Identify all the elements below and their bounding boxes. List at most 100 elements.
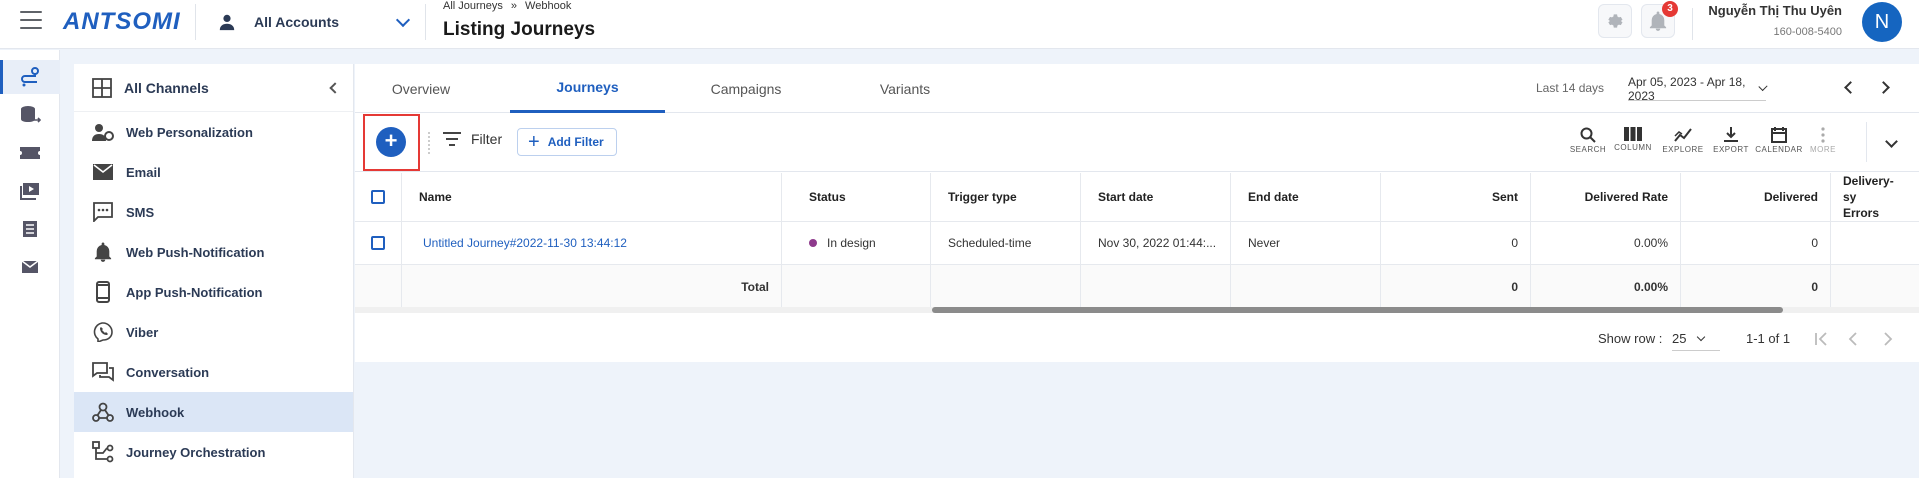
next-page-button[interactable]	[1879, 331, 1897, 347]
rail-data[interactable]	[0, 98, 60, 132]
total-spacer	[1831, 265, 1919, 308]
tab-overview[interactable]: Overview	[375, 64, 467, 113]
channel-label: Journey Orchestration	[126, 444, 266, 460]
menu-icon[interactable]	[20, 11, 42, 29]
chevron-down-icon	[1758, 81, 1768, 92]
channel-webhook[interactable]: Webhook	[74, 392, 353, 432]
email-icon	[93, 164, 113, 180]
avatar[interactable]: N	[1862, 2, 1902, 42]
notifications-button[interactable]: 3	[1641, 1, 1678, 38]
channel-web-push[interactable]: Web Push-Notification	[74, 232, 353, 272]
rows-per-page-value: 25	[1672, 331, 1687, 346]
column-header-delivered-rate[interactable]: Delivered Rate	[1531, 173, 1681, 221]
explore-tool[interactable]: EXPLORE	[1661, 127, 1705, 161]
chevron-down-icon	[395, 12, 411, 28]
row-checkbox[interactable]	[371, 236, 385, 250]
channel-app-push[interactable]: App Push-Notification	[74, 272, 353, 312]
channel-sms[interactable]: SMS	[74, 192, 353, 232]
column-header-delivery-errors[interactable]: Delivery-sy Errors	[1831, 173, 1901, 221]
total-spacer	[1081, 265, 1231, 308]
column-header-end-date[interactable]: End date	[1231, 173, 1381, 221]
all-channels-title: All Channels	[124, 79, 209, 96]
header-divider	[1692, 8, 1693, 40]
channel-conversation[interactable]: Conversation	[74, 352, 353, 392]
row-end-date: Never	[1231, 222, 1381, 264]
channel-email[interactable]: Email	[74, 152, 353, 192]
table-row[interactable]: Untitled Journey#2022-11-30 13:44:12 In …	[355, 222, 1919, 265]
column-header-start-date[interactable]: Start date	[1081, 173, 1231, 221]
tab-journeys[interactable]: Journeys	[510, 64, 665, 113]
rail-mail[interactable]	[0, 250, 60, 284]
tab-variants[interactable]: Variants	[850, 64, 960, 113]
conversation-icon	[92, 362, 114, 382]
rail-tickets[interactable]	[0, 136, 60, 170]
add-filter-button[interactable]: + Add Filter	[517, 128, 617, 156]
calendar-tool[interactable]: CALENDAR	[1755, 127, 1802, 161]
header-divider	[425, 4, 426, 40]
chevron-right-icon[interactable]	[1877, 81, 1890, 94]
horizontal-scrollbar[interactable]	[932, 307, 1783, 313]
channel-label: SMS	[126, 204, 155, 220]
table-total-row: Total 0 0.00% 0	[355, 265, 1919, 309]
explore-icon	[1674, 128, 1692, 142]
orchestration-icon	[92, 441, 114, 463]
top-header: ANTSOMI All Accounts All Journeys » Webh…	[0, 0, 1919, 49]
tool-label: EXPLORE	[1662, 145, 1704, 154]
chevron-down-icon[interactable]	[1885, 135, 1898, 148]
channel-viber[interactable]: Viber	[74, 312, 353, 352]
row-sent: 0	[1381, 222, 1531, 264]
header-divider	[195, 4, 196, 40]
status-text: In design	[827, 236, 876, 250]
row-trigger-type: Scheduled-time	[931, 222, 1081, 264]
select-all-checkbox[interactable]	[371, 190, 385, 204]
column-header-delivered[interactable]: Delivered	[1681, 173, 1831, 221]
channel-journey-orchestration[interactable]: Journey Orchestration	[74, 432, 353, 472]
settings-button[interactable]	[1598, 4, 1632, 38]
logo[interactable]: ANTSOMI	[63, 8, 181, 36]
status-dot	[809, 239, 817, 247]
select-all-cell	[355, 173, 402, 221]
tab-campaigns[interactable]: Campaigns	[685, 64, 807, 113]
total-spacer	[355, 265, 402, 308]
column-header-status[interactable]: Status	[782, 173, 931, 221]
column-header-name[interactable]: Name	[402, 173, 782, 221]
chevron-left-icon[interactable]	[1844, 81, 1857, 94]
add-filter-label: Add Filter	[547, 135, 604, 149]
more-icon	[1821, 127, 1825, 143]
page-title: Listing Journeys	[443, 19, 596, 40]
sms-icon	[93, 202, 113, 222]
user-name: Nguyễn Thị Thu Uyên	[1708, 3, 1842, 18]
previous-page-button[interactable]	[1844, 331, 1862, 347]
rail-documents[interactable]	[0, 212, 60, 246]
account-selector[interactable]: All Accounts	[218, 8, 411, 36]
create-journey-button[interactable]: +	[376, 127, 406, 157]
more-tool[interactable]: MORE	[1801, 127, 1845, 161]
rail-media[interactable]	[0, 174, 60, 208]
filter-button[interactable]: Filter	[443, 131, 502, 147]
channel-web-personalization[interactable]: Web Personalization	[74, 112, 353, 152]
channel-label: Email	[126, 164, 161, 180]
breadcrumb-webhook[interactable]: Webhook	[525, 0, 571, 12]
column-header-sent[interactable]: Sent	[1381, 173, 1531, 221]
tool-label: SEARCH	[1569, 145, 1607, 154]
main-panel: Overview Journeys Campaigns Variants Las…	[355, 64, 1919, 362]
export-tool[interactable]: EXPORT	[1709, 127, 1753, 161]
first-page-button[interactable]	[1812, 331, 1830, 347]
date-range-select[interactable]: Apr 05, 2023 - Apr 18, 2023	[1628, 75, 1768, 103]
account-label: All Accounts	[254, 14, 340, 30]
rows-per-page-select[interactable]: 25	[1672, 327, 1720, 351]
column-header-trigger-type[interactable]: Trigger type	[931, 173, 1081, 221]
journey-name-link[interactable]: Untitled Journey#2022-11-30 13:44:12	[423, 236, 627, 250]
breadcrumb-all-journeys[interactable]: All Journeys	[443, 0, 503, 12]
search-icon	[1580, 127, 1596, 143]
rail-journeys[interactable]	[0, 60, 60, 94]
first-page-icon	[1815, 332, 1827, 346]
column-tool[interactable]: COLUMN	[1611, 127, 1655, 161]
search-tool[interactable]: SEARCH	[1566, 127, 1610, 161]
gear-icon	[1608, 14, 1623, 28]
breadcrumb-separator: »	[510, 0, 518, 12]
row-name-cell: Untitled Journey#2022-11-30 13:44:12	[402, 222, 782, 264]
chevron-left-icon[interactable]	[329, 81, 341, 94]
channel-panel: All Channels Web Personalization Email S…	[74, 64, 354, 478]
all-channels-header[interactable]: All Channels	[74, 64, 353, 112]
